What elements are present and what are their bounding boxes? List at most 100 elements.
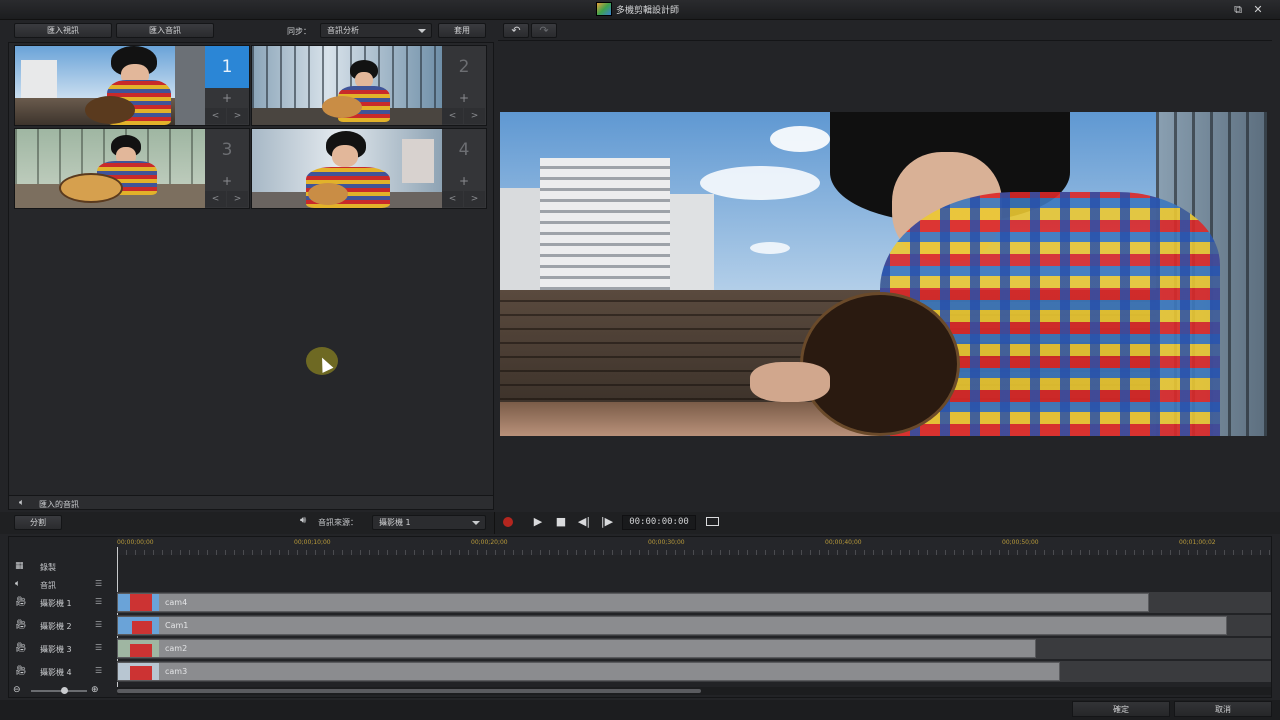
camera-thumbnail[interactable]: [15, 129, 205, 208]
track-header-camera-2: 🎥︎ 攝影機 2 ☰: [9, 616, 115, 637]
chevron-right-icon[interactable]: >: [464, 108, 485, 124]
cursor-arrow-icon: [316, 355, 334, 373]
camera-thumbnail[interactable]: [15, 46, 205, 125]
play-icon[interactable]: ▶: [531, 515, 545, 529]
cancel-button[interactable]: 取消: [1174, 701, 1272, 717]
clip-cam3[interactable]: cam3: [117, 662, 1060, 681]
camera-nav: < >: [442, 191, 486, 207]
camera-thumbnail[interactable]: [252, 46, 442, 125]
camera-grid-panel: 1 + < > 2 + < > 3 + < > 4 + < > 🔈︎ 匯入的音訊: [8, 42, 494, 510]
ok-button[interactable]: 確定: [1072, 701, 1170, 717]
ruler-tick: 00;00;20;00: [471, 539, 508, 546]
stop-icon[interactable]: ■: [554, 515, 568, 529]
camera-nav: < >: [205, 191, 249, 207]
sync-method-dropdown[interactable]: 音訊分析: [320, 23, 432, 38]
window-title: 多機剪輯設計師: [616, 6, 680, 16]
ruler-tick: 00;00;30;00: [648, 539, 685, 546]
camera-nav: < >: [442, 108, 486, 124]
camera-slot-1[interactable]: 1 + < >: [14, 45, 250, 126]
track-header-camera-3: 🎥︎ 攝影機 3 ☰: [9, 639, 115, 660]
import-audio-button[interactable]: 匯入音訊: [116, 23, 214, 38]
split-button[interactable]: 分割: [14, 515, 62, 530]
previous-frame-icon[interactable]: ◀|: [577, 515, 591, 529]
apply-button[interactable]: 套用: [438, 23, 486, 38]
clip-cam1[interactable]: Cam1: [117, 616, 1227, 635]
chevron-right-icon[interactable]: >: [464, 191, 485, 207]
display-mode-icon[interactable]: [704, 515, 720, 529]
clip-thumbnail: [118, 663, 159, 680]
camera-number[interactable]: 4: [442, 129, 486, 171]
clip-thumbnail: [118, 594, 159, 611]
clip-name: Cam1: [165, 621, 189, 630]
speaker-icon: 🔊︎: [300, 515, 307, 526]
imported-audio-label: 匯入的音訊: [39, 500, 79, 509]
camera-side-controls: 1 + < >: [205, 46, 249, 125]
list-icon[interactable]: ☰: [95, 579, 102, 588]
app-logo-icon: [596, 2, 612, 16]
clip-thumbnail: [118, 640, 159, 657]
camera-slot-2[interactable]: 2 + < >: [251, 45, 487, 126]
ruler-tick: 00;00;00;00: [117, 539, 154, 546]
timeline-scrollbar[interactable]: [117, 687, 1271, 695]
camera-number[interactable]: 3: [205, 129, 249, 171]
close-window-icon[interactable]: ✕: [1250, 2, 1266, 18]
video-preview[interactable]: [500, 112, 1267, 436]
restore-window-icon[interactable]: ⧉: [1230, 2, 1246, 18]
timeline-panel: 00;00;00;00 00;00;10;00 00;00;20;00 00;0…: [8, 536, 1272, 698]
ruler-tick: 00;00;40;00: [825, 539, 862, 546]
speaker-icon: 🔈︎: [15, 579, 21, 589]
clip-name: cam2: [165, 644, 188, 653]
camera-number[interactable]: 1: [205, 46, 249, 88]
track-lane-camera-1[interactable]: cam4: [117, 592, 1271, 613]
camera-icon: 🎥︎: [15, 597, 27, 607]
chevron-left-icon[interactable]: <: [442, 191, 463, 207]
camera-slot-3[interactable]: 3 + < >: [14, 128, 250, 209]
ruler-tick: 00;00;50;00: [1002, 539, 1039, 546]
imported-audio-bar: 🔈︎ 匯入的音訊: [9, 495, 493, 509]
time-ruler[interactable]: 00;00;00;00 00;00;10;00 00;00;20;00 00;0…: [117, 537, 1271, 555]
track-name: 攝影機 3: [40, 645, 72, 654]
timeline-zoom-slider[interactable]: ⊖ ⊕: [13, 685, 109, 695]
track-lane-camera-3[interactable]: cam2: [117, 638, 1271, 659]
chevron-left-icon[interactable]: <: [442, 108, 463, 124]
guitar-body: [800, 292, 960, 436]
list-icon[interactable]: ☰: [95, 620, 102, 629]
chevron-right-icon[interactable]: >: [227, 108, 248, 124]
title-bar: 多機剪輯設計師 ⧉ ✕: [0, 0, 1280, 20]
camera-number[interactable]: 2: [442, 46, 486, 88]
record-icon[interactable]: [501, 515, 515, 529]
zoom-handle[interactable]: [61, 687, 68, 694]
audio-source-dropdown[interactable]: 攝影機 1: [372, 515, 486, 530]
ruler-tick: 00;00;10;00: [294, 539, 331, 546]
ruler-tick: 00;01;00;02: [1179, 539, 1216, 546]
camera-thumbnail[interactable]: [252, 129, 442, 208]
track-name: 攝影機 2: [40, 622, 72, 631]
clip-name: cam3: [165, 667, 188, 676]
add-icon[interactable]: +: [205, 90, 249, 106]
chevron-right-icon[interactable]: >: [227, 191, 248, 207]
add-icon[interactable]: +: [442, 90, 486, 106]
camera-icon: 🎥︎: [15, 620, 27, 630]
undo-button[interactable]: ↶: [503, 23, 529, 38]
zoom-track[interactable]: [31, 690, 87, 692]
list-icon[interactable]: ☰: [95, 597, 102, 606]
track-lane-camera-2[interactable]: Cam1: [117, 615, 1271, 636]
add-icon[interactable]: +: [205, 173, 249, 189]
import-video-button[interactable]: 匯入視訊: [14, 23, 112, 38]
track-lane-camera-4[interactable]: cam3: [117, 661, 1271, 682]
chevron-left-icon[interactable]: <: [205, 191, 226, 207]
track-name: 攝影機 4: [40, 668, 72, 677]
scrollbar-thumb[interactable]: [117, 689, 701, 693]
next-frame-icon[interactable]: |▶: [600, 515, 614, 529]
redo-button[interactable]: ↷: [531, 23, 557, 38]
list-icon[interactable]: ☰: [95, 643, 102, 652]
zoom-in-icon[interactable]: ⊕: [91, 685, 99, 695]
sync-method-value: 音訊分析: [327, 26, 359, 35]
add-icon[interactable]: +: [442, 173, 486, 189]
chevron-left-icon[interactable]: <: [205, 108, 226, 124]
list-icon[interactable]: ☰: [95, 666, 102, 675]
clip-cam2[interactable]: cam2: [117, 639, 1036, 658]
zoom-out-icon[interactable]: ⊖: [13, 685, 21, 695]
clip-cam4[interactable]: cam4: [117, 593, 1149, 612]
camera-slot-4[interactable]: 4 + < >: [251, 128, 487, 209]
